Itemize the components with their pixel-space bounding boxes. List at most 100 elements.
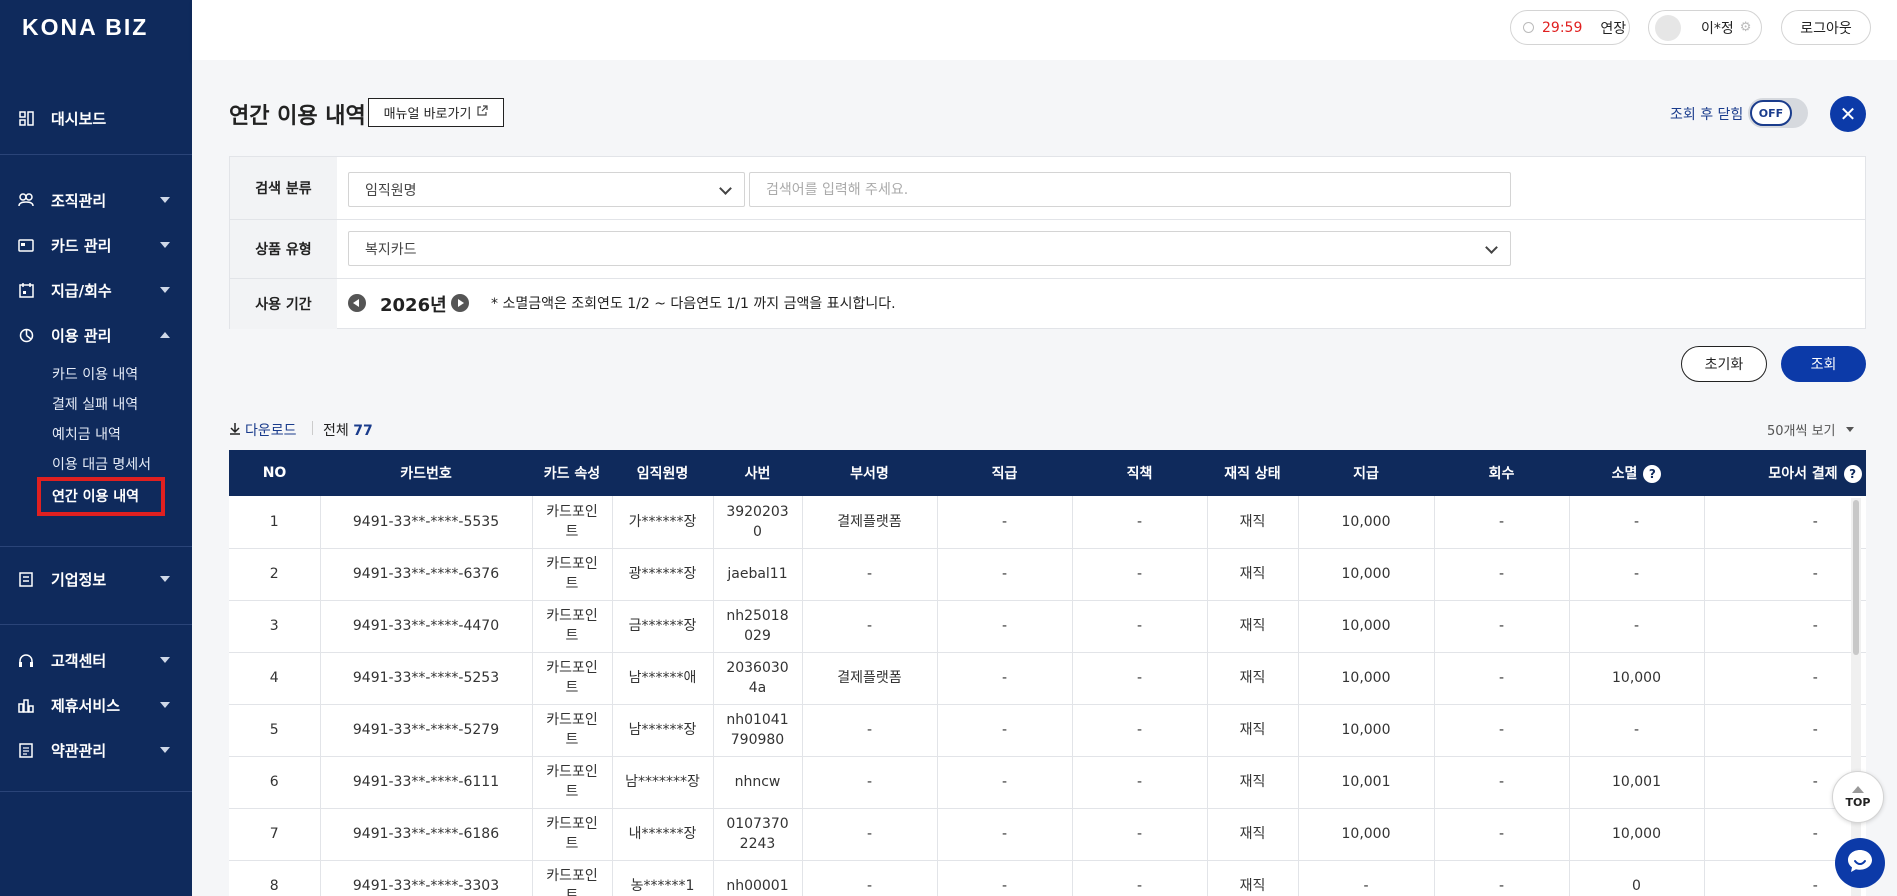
chevron-down-icon <box>160 576 170 582</box>
table-cell: 재직 <box>1207 860 1299 896</box>
filter-row-search: 검색 분류 임직원명 <box>230 157 1865 220</box>
help-icon[interactable]: ? <box>1843 465 1862 483</box>
sidebar-item-label: 대시보드 <box>51 109 107 128</box>
year-value: 2026년 <box>380 295 447 316</box>
reset-button[interactable]: 초기화 <box>1681 346 1767 382</box>
table-cell: 10,000 <box>1298 496 1435 549</box>
chevron-down-icon <box>160 702 170 708</box>
sidebar-item-company[interactable]: 기업정보 <box>18 565 178 593</box>
sidebar-item-usage[interactable]: 이용 관리 <box>18 321 178 349</box>
sidebar-item-pay[interactable]: 지급/회수 <box>18 276 178 304</box>
sidebar-subitem-statement[interactable]: 이용 대금 명세서 <box>52 454 151 474</box>
sidebar-item-card[interactable]: 카드 관리 <box>18 231 178 259</box>
search-category-value: 임직원명 <box>365 182 417 199</box>
divider <box>0 546 192 547</box>
table-cell: 카드포인트 <box>532 860 613 896</box>
table-row[interactable]: 3 9491-33**-****-4470 카드포인트 금******장 nh25018… <box>229 600 1866 653</box>
sidebar-subitem-payment-failure[interactable]: 결제 실패 내역 <box>52 394 138 414</box>
table-cell: - <box>937 808 1073 861</box>
table-cell: 01073702243 <box>713 808 803 861</box>
column-header: 직급 <box>937 450 1072 496</box>
chevron-down-icon <box>1485 241 1498 254</box>
search-input[interactable] <box>749 172 1511 207</box>
search-category-select[interactable]: 임직원명 <box>348 172 745 207</box>
next-year-button[interactable] <box>451 294 469 312</box>
table-cell: jaebal11 <box>713 548 803 601</box>
close-button[interactable]: ✕ <box>1830 96 1866 132</box>
sidebar-subitem-card-usage[interactable]: 카드 이용 내역 <box>52 364 138 384</box>
column-header: 임직원명 <box>612 450 713 496</box>
table-cell: - <box>1434 600 1570 653</box>
table-row[interactable]: 8 9491-33**-****-3303 카드포인트 농******1 nh00001… <box>229 860 1866 896</box>
table-row[interactable]: 6 9491-33**-****-6111 카드포인트 남*******장 nhncw -… <box>229 756 1866 809</box>
page-size-select[interactable]: 50개씩 보기 <box>1767 420 1854 439</box>
table-cell: - <box>802 600 938 653</box>
table-cell: 재직 <box>1207 704 1299 757</box>
user-menu[interactable]: 이*정 ⚙ <box>1648 10 1762 45</box>
table-cell: - <box>802 704 938 757</box>
session-timer: 29:59 연장 <box>1510 10 1630 45</box>
column-header: 카드번호 <box>320 450 532 496</box>
table-header-row: NO 카드번호 카드 속성 임직원명 사번 부서명 직급 직책 재직 상태 지급… <box>229 450 1866 496</box>
gear-icon: ⚙ <box>1739 20 1752 35</box>
table-cell: - <box>1434 704 1570 757</box>
table-cell: 9491-33**-****-5279 <box>320 704 533 757</box>
prev-year-button[interactable] <box>348 294 366 312</box>
total-label: 전체 <box>323 423 349 439</box>
scroll-top-label: TOP <box>1845 795 1871 809</box>
sidebar-item-partner[interactable]: 제휴서비스 <box>18 691 178 719</box>
calendar-icon <box>18 282 34 298</box>
dashboard-icon <box>18 110 34 126</box>
table-cell: 6 <box>229 756 321 809</box>
table-scrollbar[interactable] <box>1851 498 1861 896</box>
sidebar-item-label: 이용 관리 <box>51 326 112 345</box>
sidebar-item-label: 약관관리 <box>51 741 107 760</box>
product-type-value: 복지카드 <box>365 241 417 258</box>
table-cell: 9491-33**-****-4470 <box>320 600 533 653</box>
table-cell: 39202030 <box>713 496 803 549</box>
table-cell: - <box>1434 756 1570 809</box>
help-icon[interactable]: ? <box>1643 465 1662 483</box>
search-button[interactable]: 조회 <box>1781 346 1866 382</box>
sidebar-item-terms[interactable]: 약관관리 <box>18 736 178 764</box>
table-cell: 결제플랫폼 <box>802 496 938 549</box>
product-type-select[interactable]: 복지카드 <box>348 231 1511 266</box>
table-cell: 20360304a <box>713 652 803 705</box>
download-button[interactable]: 다운로드 <box>229 420 297 440</box>
sidebar-item-support[interactable]: 고객센터 <box>18 646 178 674</box>
table-cell: 가******장 <box>612 496 714 549</box>
chat-button[interactable] <box>1835 838 1885 888</box>
table-row[interactable]: 5 9491-33**-****-5279 카드포인트 남******장 nh01041… <box>229 704 1866 757</box>
close-after-search-label: 조회 후 닫힘 <box>1670 107 1744 123</box>
divider <box>312 421 313 435</box>
download-icon <box>229 422 241 439</box>
search-category-label: 검색 분류 <box>230 157 337 219</box>
logo: KONA BIZ <box>22 14 149 40</box>
table-cell: nh01041790980 <box>713 704 803 757</box>
manual-button[interactable]: 매뉴얼 바로가기 <box>368 98 504 127</box>
table-row[interactable]: 2 9491-33**-****-6376 카드포인트 광******장 jaebal1… <box>229 548 1866 601</box>
table-cell: 농******1 <box>612 860 714 896</box>
close-after-search-toggle[interactable]: OFF <box>1748 98 1808 128</box>
table-row[interactable]: 7 9491-33**-****-6186 카드포인트 내******장 0107370… <box>229 808 1866 861</box>
scrollbar-thumb[interactable] <box>1853 500 1859 655</box>
page-size-value: 50개씩 보기 <box>1767 424 1836 439</box>
document-icon <box>18 742 34 758</box>
scroll-top-button[interactable]: TOP <box>1832 771 1884 823</box>
table-cell: 10,001 <box>1569 756 1705 809</box>
table-row[interactable]: 4 9491-33**-****-5253 카드포인트 남******애 2036030… <box>229 652 1866 705</box>
table-cell: 재직 <box>1207 600 1299 653</box>
table-cell: - <box>937 496 1073 549</box>
table-cell: - <box>1434 496 1570 549</box>
column-header: NO <box>229 450 320 496</box>
sidebar-item-org[interactable]: 조직관리 <box>18 186 178 214</box>
logout-button[interactable]: 로그아웃 <box>1781 10 1871 45</box>
sidebar-subitem-deposit[interactable]: 예치금 내역 <box>52 424 121 444</box>
sidebar-item-dashboard[interactable]: 대시보드 <box>18 104 178 132</box>
table-row[interactable]: 1 9491-33**-****-5535 카드포인트 가******장 3920203… <box>229 496 1866 549</box>
table-cell: - <box>1569 496 1705 549</box>
org-icon <box>18 192 34 208</box>
clock-icon <box>1523 22 1534 33</box>
table-cell: 금******장 <box>612 600 714 653</box>
extend-button[interactable]: 연장 <box>1600 18 1626 38</box>
